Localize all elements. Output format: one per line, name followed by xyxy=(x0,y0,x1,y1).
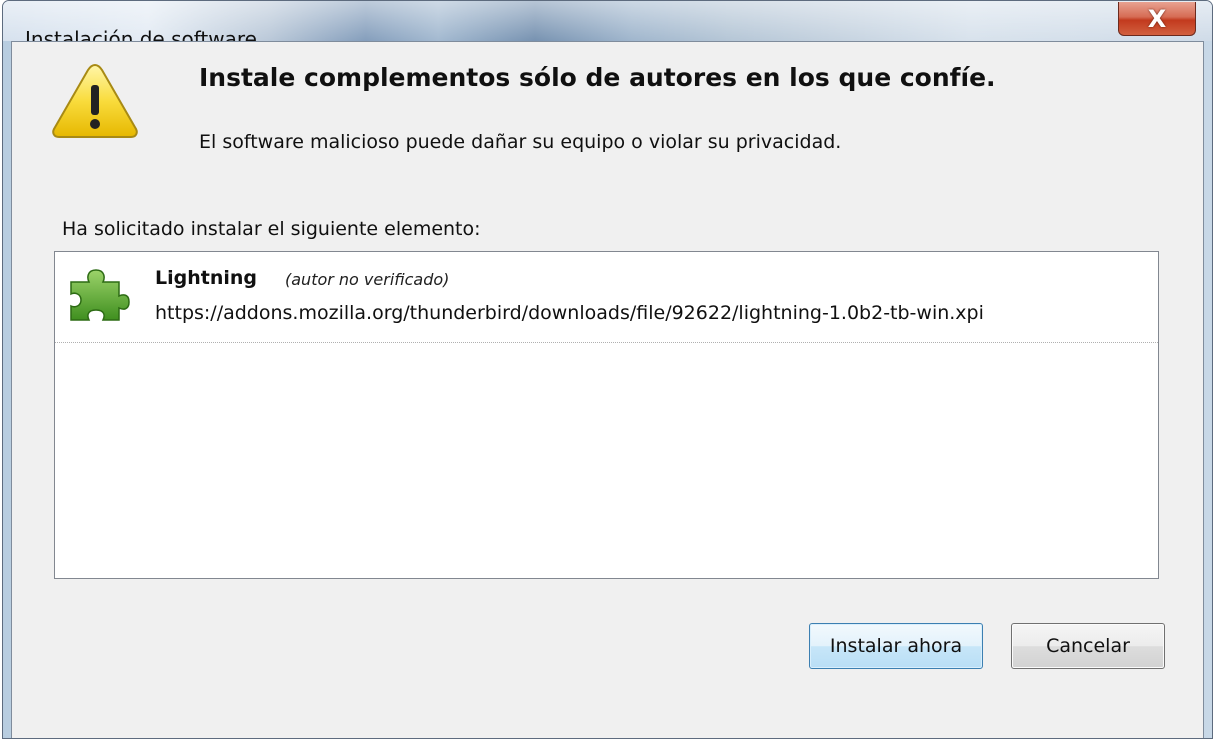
close-icon: X xyxy=(1147,4,1167,33)
title-bar[interactable]: Instalación de software X xyxy=(3,1,1212,49)
puzzle-piece-icon xyxy=(70,269,130,321)
item-name: Lightning xyxy=(155,267,257,289)
warning-subheading: El software malicioso puede dañar su equ… xyxy=(199,131,842,153)
warning-heading: Instale complementos sólo de autores en … xyxy=(199,63,996,92)
items-list[interactable]: Lightning (autor no verificado) https://… xyxy=(54,251,1159,579)
close-button[interactable]: X xyxy=(1118,2,1196,36)
install-software-dialog: Instalación de software X Instale comple… xyxy=(2,0,1213,739)
install-now-button[interactable]: Instalar ahora xyxy=(809,623,983,669)
list-item[interactable]: Lightning (autor no verificado) https://… xyxy=(55,252,1158,343)
cancel-button[interactable]: Cancelar xyxy=(1011,623,1165,669)
item-url: https://addons.mozilla.org/thunderbird/d… xyxy=(155,302,984,324)
item-verification-note: (autor no verificado) xyxy=(285,270,450,289)
request-label: Ha solicitado instalar el siguiente elem… xyxy=(62,218,481,240)
warning-icon xyxy=(52,63,138,138)
